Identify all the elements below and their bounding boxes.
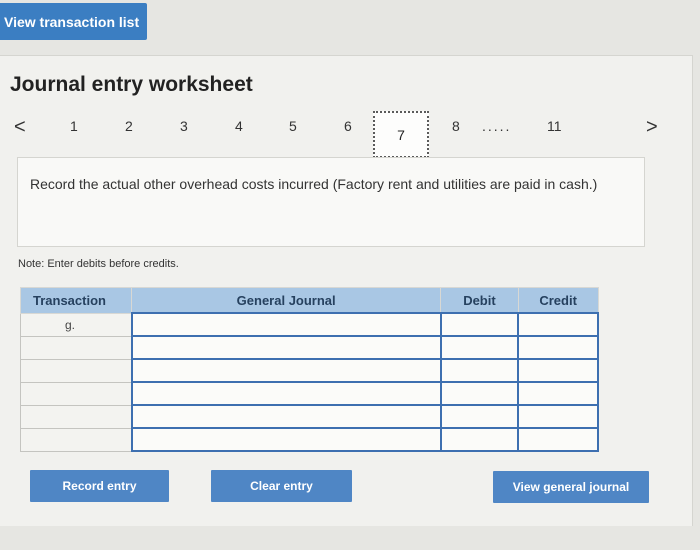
journal-table: Transaction General Journal Debit Credit… xyxy=(19,287,599,452)
instruction-text: Record the actual other overhead costs i… xyxy=(30,176,598,192)
transaction-cell xyxy=(19,381,133,406)
credit-input[interactable] xyxy=(517,312,599,337)
pager: < 1 2 3 4 5 6 8 ..... 11 > xyxy=(0,116,700,148)
account-input[interactable] xyxy=(130,381,442,406)
debit-input[interactable] xyxy=(439,312,520,337)
header-transaction: Transaction xyxy=(19,287,133,314)
table-row xyxy=(19,427,599,452)
debit-input[interactable] xyxy=(439,358,520,383)
account-input[interactable] xyxy=(130,404,442,429)
debit-input[interactable] xyxy=(439,335,520,360)
page-7-current[interactable]: 7 xyxy=(373,111,429,158)
record-entry-button[interactable]: Record entry xyxy=(30,470,169,502)
account-input[interactable] xyxy=(130,312,442,337)
transaction-cell xyxy=(19,335,133,360)
page-8[interactable]: 8 xyxy=(452,118,460,134)
credit-input[interactable] xyxy=(517,358,599,383)
chevron-right-icon[interactable]: > xyxy=(646,116,658,139)
transaction-cell: g. xyxy=(19,312,133,337)
header-general-journal: General Journal xyxy=(131,287,442,314)
clear-entry-button[interactable]: Clear entry xyxy=(211,470,352,502)
page-2[interactable]: 2 xyxy=(125,118,133,134)
page-5[interactable]: 5 xyxy=(289,118,297,134)
transaction-cell xyxy=(19,404,133,429)
transaction-cell xyxy=(19,427,133,452)
account-input[interactable] xyxy=(130,335,442,360)
account-input[interactable] xyxy=(130,358,442,383)
page-1[interactable]: 1 xyxy=(70,118,78,134)
credit-input[interactable] xyxy=(517,427,599,452)
header-debit: Debit xyxy=(440,287,519,314)
pager-ellipsis: ..... xyxy=(482,118,512,134)
view-transaction-list-button[interactable]: View transaction list xyxy=(0,3,147,40)
debit-input[interactable] xyxy=(439,427,520,452)
table-row xyxy=(19,335,599,360)
note-text: Note: Enter debits before credits. xyxy=(18,258,179,270)
header-credit: Credit xyxy=(517,287,599,314)
account-input[interactable] xyxy=(130,427,442,452)
transaction-cell xyxy=(19,358,133,383)
instruction-box: Record the actual other overhead costs i… xyxy=(17,157,645,247)
table-row xyxy=(19,381,599,406)
table-row xyxy=(19,404,599,429)
credit-input[interactable] xyxy=(517,381,599,406)
page-title: Journal entry worksheet xyxy=(10,73,253,96)
chevron-left-icon[interactable]: < xyxy=(14,116,26,139)
page-6[interactable]: 6 xyxy=(344,118,352,134)
page-3[interactable]: 3 xyxy=(180,118,188,134)
table-header-row: Transaction General Journal Debit Credit xyxy=(19,287,599,314)
page-7-label: 7 xyxy=(397,126,405,143)
debit-input[interactable] xyxy=(439,381,520,406)
page-11[interactable]: 11 xyxy=(547,118,562,134)
view-general-journal-button[interactable]: View general journal xyxy=(493,471,649,503)
table-row xyxy=(19,358,599,383)
credit-input[interactable] xyxy=(517,404,599,429)
table-row: g. xyxy=(19,312,599,337)
debit-input[interactable] xyxy=(439,404,520,429)
page-4[interactable]: 4 xyxy=(235,118,243,134)
credit-input[interactable] xyxy=(517,335,599,360)
